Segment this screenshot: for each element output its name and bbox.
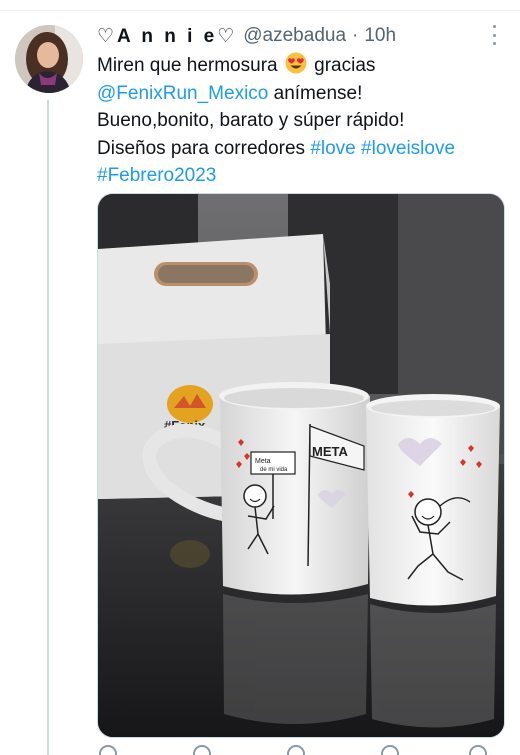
reply-icon[interactable] [99,745,117,755]
finish-banner-text: META [312,444,348,459]
user-handle[interactable]: @azebadua [243,25,346,47]
sign-text: Meta [255,458,271,465]
tweet-actions-bar [97,745,497,755]
avatar[interactable] [15,25,83,93]
left-mug: Meta de mi vida META [219,382,370,595]
more-options-icon[interactable] [486,25,502,45]
timestamp[interactable]: 10h [364,25,396,47]
right-mug [366,394,500,606]
views-icon[interactable] [381,745,399,755]
tweet-text-segment: anímense! [268,82,363,104]
tweet-text-segment: Diseños para corredores [97,137,311,159]
retweet-icon[interactable] [193,745,211,755]
share-icon[interactable] [469,745,487,755]
tweet-text: Miren que hermosura gracias @FenixRun_Me… [97,52,507,190]
tweet-media-photo[interactable]: #Fenix Meta de mi vida META [97,193,505,738]
tweet-text-segment: gracias [314,55,376,76]
hashtag-link[interactable]: #loveislove [361,138,455,159]
thread-connector-line [47,100,49,755]
tweet-text-segment: Bueno,bonito, barato y súper rápido! [97,110,405,131]
mention-link[interactable]: @FenixRun_Mexico [97,83,268,104]
separator-dot: · [352,25,359,46]
display-name[interactable]: ♡A n n i e♡ [97,25,237,48]
hashtag-link[interactable]: #Febrero2023 [97,165,216,186]
sign-text-2: de mi vida [260,467,288,473]
tweet-text-segment: Miren que hermosura [97,55,278,76]
heart-eyes-emoji-icon [285,52,307,74]
top-divider [0,10,520,11]
tweet-header: ♡A n n i e♡ @azebadua · 10h [97,24,396,48]
hashtag-link[interactable]: #love [310,138,355,159]
like-icon[interactable] [287,745,305,755]
